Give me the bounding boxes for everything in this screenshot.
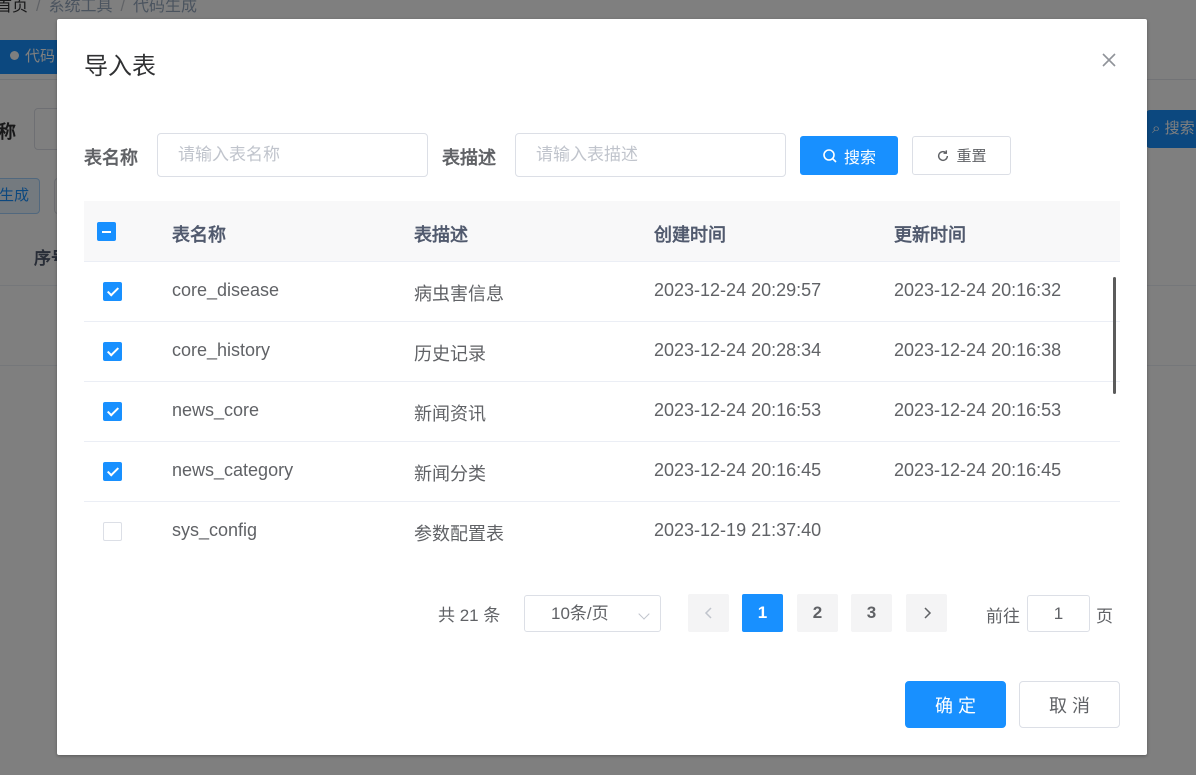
col-table-desc: 表描述: [414, 225, 468, 245]
reset-button[interactable]: 重置: [912, 136, 1011, 175]
row-checkbox[interactable]: [103, 522, 122, 541]
dialog-title: 导入表: [84, 53, 156, 80]
pagination-total: 共 21 条: [438, 606, 501, 625]
page-2-button[interactable]: 2: [797, 594, 838, 632]
refresh-icon: [938, 149, 949, 161]
table-desc-input[interactable]: [515, 133, 786, 177]
cell-table-name: news_core: [172, 400, 260, 420]
goto-suffix: 页: [1096, 607, 1113, 626]
chevron-left-icon: [704, 607, 712, 619]
cell-created-time: 2023-12-24 20:16:45: [654, 460, 822, 480]
table-desc-label: 表描述: [442, 148, 496, 168]
row-checkbox[interactable]: [103, 342, 122, 361]
page-size-select[interactable]: 10条/页: [524, 595, 661, 632]
search-button[interactable]: 搜索: [800, 136, 898, 175]
table-header: 表名称 表描述 创建时间 更新时间: [84, 201, 1120, 262]
cell-table-name: core_disease: [172, 280, 280, 300]
table-name-input[interactable]: [157, 133, 428, 177]
cell-updated-time: 2023-12-24 20:16:45: [894, 460, 1062, 480]
cell-table-desc: 病虫害信息: [414, 284, 504, 304]
table-row[interactable]: core_disease 病虫害信息 2023-12-24 20:29:57 2023…: [84, 262, 1120, 322]
cell-table-desc: 新闻资讯: [414, 404, 486, 424]
page-3-button[interactable]: 3: [851, 594, 892, 632]
row-checkbox[interactable]: [103, 282, 122, 301]
col-table-name: 表名称: [172, 225, 226, 245]
cell-created-time: 2023-12-24 20:16:53: [654, 400, 822, 420]
cell-table-name: news_category: [172, 460, 294, 480]
table-row[interactable]: news_category 新闻分类 2023-12-24 20:16:45 2023…: [84, 442, 1120, 502]
table-body: core_disease 病虫害信息 2023-12-24 20:29:57 2023…: [84, 262, 1120, 557]
cell-table-desc: 历史记录: [414, 344, 486, 364]
col-created-time: 创建时间: [654, 225, 726, 245]
cell-updated-time: 2023-12-24 20:16:53: [894, 400, 1062, 420]
cell-created-time: 2023-12-24 20:28:34: [654, 340, 822, 360]
close-icon[interactable]: [1097, 48, 1121, 72]
cell-table-desc: 参数配置表: [414, 524, 504, 544]
table-row[interactable]: news_core 新闻资讯 2023-12-24 20:16:53 2023-12-…: [84, 382, 1120, 442]
cell-updated-time: 2023-12-24 20:16:38: [894, 340, 1062, 360]
search-icon: [823, 148, 837, 163]
cell-created-time: 2023-12-24 20:29:57: [654, 280, 822, 300]
col-updated-time: 更新时间: [894, 225, 966, 245]
cancel-button[interactable]: 取 消: [1019, 681, 1120, 728]
table-row[interactable]: sys_config 参数配置表 2023-12-19 21:37:40: [84, 502, 1120, 557]
table-row[interactable]: core_history 历史记录 2023-12-24 20:28:34 2023-…: [84, 322, 1120, 382]
select-all-checkbox[interactable]: [97, 222, 116, 241]
import-table-dialog: 导入表 表名称 表描述 搜索 重置 表名称 表描述 创建时间 更新时间 core…: [57, 19, 1147, 755]
goto-prefix: 前往: [986, 607, 1020, 626]
confirm-button[interactable]: 确 定: [905, 681, 1006, 728]
search-button-label: 搜索: [843, 149, 876, 167]
goto-page-input[interactable]: 1: [1027, 595, 1090, 632]
table-name-label: 表名称: [84, 148, 138, 168]
cell-table-name: core_history: [172, 340, 271, 360]
cell-table-desc: 新闻分类: [414, 464, 486, 484]
row-checkbox[interactable]: [103, 462, 122, 481]
cell-created-time: 2023-12-19 21:37:40: [654, 520, 822, 540]
prev-page-button[interactable]: [688, 594, 729, 632]
page-size-value: 10条/页: [551, 604, 609, 623]
row-checkbox[interactable]: [103, 402, 122, 421]
next-page-button[interactable]: [906, 594, 947, 632]
table-scrollbar[interactable]: [1113, 277, 1116, 394]
reset-button-label: 重置: [956, 148, 987, 165]
chevron-down-icon: [638, 608, 650, 620]
tables-table: 表名称 表描述 创建时间 更新时间 core_disease 病虫害信息 2023-…: [84, 201, 1120, 557]
cell-updated-time: 2023-12-24 20:16:32: [894, 280, 1062, 300]
cell-table-name: sys_config: [172, 520, 258, 540]
chevron-right-icon: [923, 607, 931, 619]
page-1-button[interactable]: 1: [742, 594, 783, 632]
